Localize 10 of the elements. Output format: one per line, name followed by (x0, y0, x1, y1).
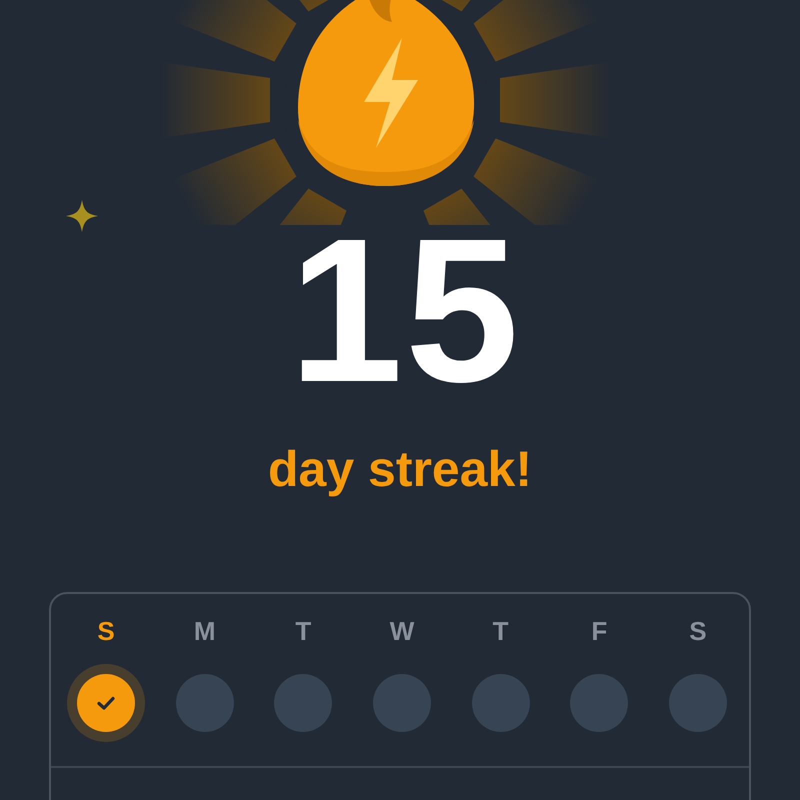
day-label: S (689, 616, 707, 646)
day-label: W (390, 616, 414, 646)
day-label: M (194, 616, 216, 646)
day-label: T (492, 616, 509, 646)
day-label: T (295, 616, 312, 646)
sparkle-icon (64, 198, 100, 234)
streak-count: 15 (288, 225, 522, 397)
streak-label: day streak! (268, 440, 532, 499)
day-label: F (591, 616, 608, 646)
day-label: S (97, 616, 115, 646)
